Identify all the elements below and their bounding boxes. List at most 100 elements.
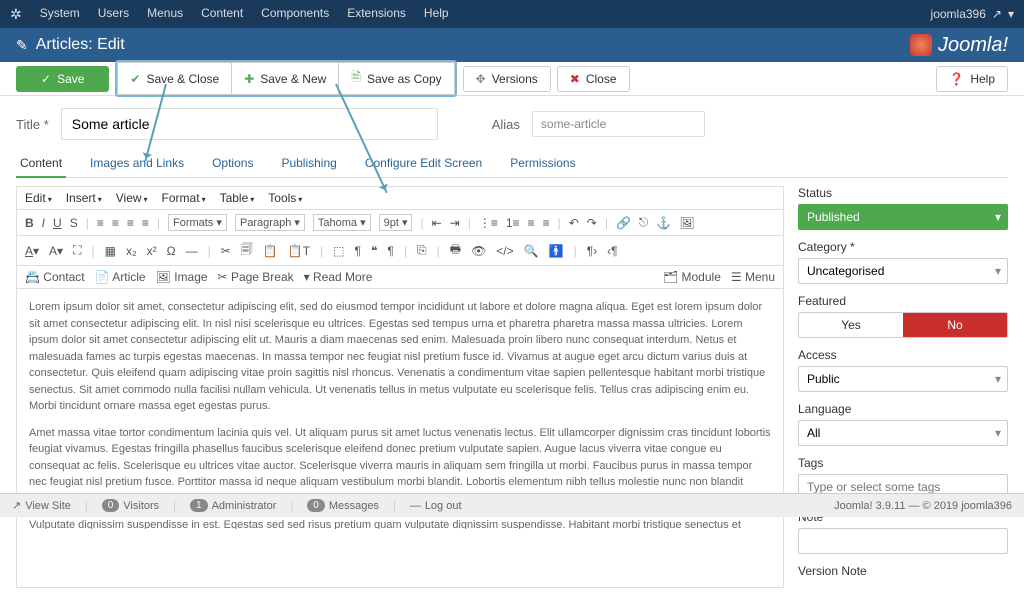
link-icon[interactable]: 🔗 (616, 216, 631, 230)
menu-menus[interactable]: Menus (147, 6, 183, 23)
messages-stat[interactable]: 0Messages (307, 499, 379, 512)
versions-button[interactable]: ✥Versions (463, 66, 551, 92)
align-right-icon[interactable]: ≡ (127, 216, 134, 230)
paragraph-select[interactable]: Paragraph ▾ (235, 214, 305, 231)
save-copy-button[interactable]: 🗎Save as Copy (338, 62, 454, 95)
invis-icon[interactable]: ¶ (355, 244, 361, 258)
menu-users[interactable]: Users (98, 6, 129, 23)
formats-select[interactable]: Formats ▾ (168, 214, 227, 231)
contact-btn[interactable]: 📇 Contact (25, 270, 85, 284)
title-input[interactable] (61, 108, 438, 140)
sub-icon[interactable]: x₂ (126, 244, 137, 258)
cut-icon[interactable]: ✂ (221, 244, 231, 258)
align-justify-icon[interactable]: ≡ (142, 216, 149, 230)
strike-icon[interactable]: S (70, 216, 78, 230)
user-name[interactable]: joomla396 (931, 7, 986, 21)
outdent-icon[interactable]: ⇤ (432, 216, 442, 230)
size-select[interactable]: 9pt ▾ (379, 214, 413, 231)
char-icon[interactable]: Ω (167, 244, 176, 258)
ed-view[interactable]: View▾ (116, 191, 148, 205)
italic-icon[interactable]: I (42, 216, 45, 230)
para-icon[interactable]: ¶ (387, 244, 393, 258)
pastetext-icon[interactable]: 📋T (288, 244, 310, 258)
chevron-down-icon[interactable]: ▾ (1008, 7, 1014, 21)
a11y-icon[interactable]: 🚹 (549, 244, 564, 258)
table-icon[interactable]: ▦ (105, 244, 116, 258)
unlink-icon[interactable]: ⎋ (639, 215, 649, 230)
alias-input[interactable] (532, 111, 705, 137)
ed-tools[interactable]: Tools▾ (268, 191, 302, 205)
image-icon[interactable]: 🖼 (679, 216, 694, 230)
ol-icon[interactable]: 1≡ (506, 216, 520, 230)
code-icon[interactable]: </> (496, 244, 513, 258)
tab-images-links[interactable]: Images and Links (86, 150, 188, 177)
save-button[interactable]: ✓Save (16, 66, 109, 92)
menu-system[interactable]: System (40, 6, 80, 23)
ul-icon[interactable]: ⋮≡ (479, 216, 498, 230)
ed-format[interactable]: Format▾ (162, 191, 206, 205)
find-icon[interactable]: 🔍 (524, 244, 539, 258)
article-btn[interactable]: 📄 Article (95, 270, 146, 284)
copy2-icon[interactable]: 🗐 (241, 240, 253, 261)
menu-help[interactable]: Help (424, 6, 449, 23)
save-new-button[interactable]: ✚Save & New (231, 62, 338, 95)
menu-extensions[interactable]: Extensions (347, 6, 406, 23)
ltr-icon[interactable]: ¶› (587, 244, 597, 258)
align-left-icon[interactable]: ≡ (97, 216, 104, 230)
status-select[interactable]: Published (798, 204, 1008, 230)
print-icon[interactable]: 🖶 (450, 240, 461, 261)
tab-publishing[interactable]: Publishing (277, 150, 340, 177)
readmore-btn[interactable]: ▾ Read More (304, 270, 373, 284)
check-icon: ✓ (41, 72, 51, 86)
ed-insert[interactable]: Insert▾ (66, 191, 102, 205)
featured-toggle[interactable]: Yes No (798, 312, 1008, 338)
tab-permissions[interactable]: Permissions (506, 150, 579, 177)
anchor-icon[interactable]: ⚓ (656, 216, 671, 230)
undo-icon[interactable]: ↶ (569, 216, 579, 230)
indent-icon[interactable]: ⇥ (450, 216, 460, 230)
hr-icon[interactable]: — (186, 244, 198, 258)
preview-icon[interactable]: 👁 (471, 244, 486, 258)
view-site-link[interactable]: ↗ View Site (12, 499, 71, 512)
close-button[interactable]: ✖Close (557, 66, 630, 92)
save-close-button[interactable]: ✔Save & Close (117, 62, 231, 95)
toolbar: ✓Save ✔Save & Close ✚Save & New 🗎Save as… (0, 62, 1024, 96)
menu-components[interactable]: Components (261, 6, 329, 23)
image-btn[interactable]: 🖼 Image (156, 270, 208, 284)
pagebreak-btn[interactable]: ✂ Page Break (218, 270, 294, 284)
tab-configure[interactable]: Configure Edit Screen (361, 150, 486, 177)
fullscreen-icon[interactable]: ⛶ (73, 243, 81, 258)
menu-btn[interactable]: ☰ Menu (731, 270, 775, 284)
list2-icon[interactable]: ≡ (543, 216, 550, 230)
category-select[interactable]: Uncategorised (798, 258, 1008, 284)
access-select[interactable]: Public (798, 366, 1008, 392)
textcolor-icon[interactable]: A▾ (25, 244, 39, 258)
paste-icon[interactable]: 📋 (263, 244, 278, 258)
featured-yes[interactable]: Yes (799, 313, 903, 337)
module-btn[interactable]: 🗂 Module (663, 270, 721, 284)
visitors-stat[interactable]: 0Visitors (102, 499, 159, 512)
list-icon[interactable]: ≡ (528, 216, 535, 230)
redo-icon[interactable]: ↷ (587, 216, 597, 230)
blockquote-icon[interactable]: ❝ (371, 244, 377, 258)
rtl-icon[interactable]: ‹¶ (607, 244, 617, 258)
admin-stat[interactable]: 1Administrator (190, 499, 276, 512)
ed-table[interactable]: Table▾ (220, 191, 255, 205)
tab-content[interactable]: Content (16, 150, 66, 178)
font-select[interactable]: Tahoma ▾ (313, 214, 371, 231)
sup-icon[interactable]: x² (147, 244, 157, 258)
note-input[interactable] (798, 528, 1008, 554)
bgcolor-icon[interactable]: A▾ (49, 244, 63, 258)
tab-options[interactable]: Options (208, 150, 257, 177)
help-button[interactable]: ❓Help (936, 66, 1008, 92)
language-select[interactable]: All (798, 420, 1008, 446)
underline-icon[interactable]: U (53, 216, 62, 230)
featured-no[interactable]: No (903, 313, 1007, 337)
menu-content[interactable]: Content (201, 6, 243, 23)
blocks-icon[interactable]: ⬚ (333, 244, 344, 258)
logout-link[interactable]: — Log out (410, 500, 462, 512)
template-icon[interactable]: ⎘ (417, 243, 427, 258)
align-center-icon[interactable]: ≡ (112, 216, 119, 230)
bold-icon[interactable]: B (25, 216, 34, 230)
ed-edit[interactable]: Edit▾ (25, 191, 52, 205)
